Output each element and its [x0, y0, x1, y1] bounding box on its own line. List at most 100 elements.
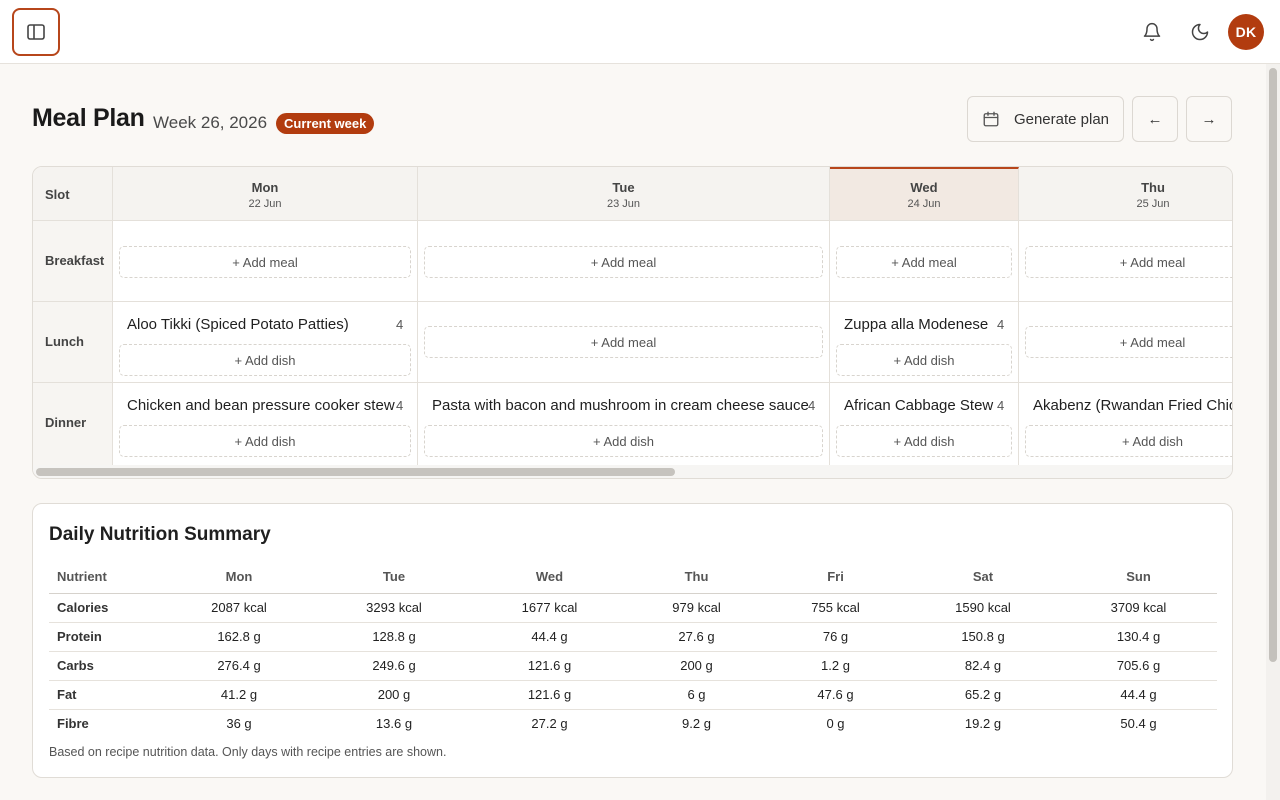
current-week-badge: Current week	[276, 113, 375, 134]
generate-plan-button[interactable]: Generate plan	[967, 96, 1124, 142]
add-meal-button[interactable]: + Add meal	[424, 326, 823, 358]
table-cell: 121.6 g	[471, 680, 628, 710]
table-cell: 150.8 g	[906, 622, 1060, 652]
meal-name[interactable]: Pasta with bacon and mushroom in cream c…	[432, 397, 809, 414]
add-dish-button[interactable]: + Add dish	[119, 344, 411, 376]
add-meal-button[interactable]: + Add meal	[1025, 326, 1232, 358]
add-meal-button[interactable]: + Add meal	[836, 246, 1012, 278]
meal-name[interactable]: Aloo Tikki (Spiced Potato Patties)	[127, 316, 349, 333]
table-cell: 755 kcal	[765, 593, 906, 623]
cell-breakfast-wed: + Add meal	[830, 221, 1019, 302]
cell-breakfast-thu: + Add meal	[1019, 221, 1232, 302]
day-header-thu: Thu 25 Jun	[1019, 167, 1232, 221]
add-dish-button[interactable]: + Add dish	[119, 425, 411, 457]
column-header: Tue	[317, 561, 471, 594]
meal-name[interactable]: Chicken and bean pressure cooker stew	[127, 397, 395, 414]
add-dish-button[interactable]: + Add dish	[424, 425, 823, 457]
notifications-button[interactable]	[1136, 16, 1168, 48]
slot-label: Breakfast	[45, 253, 105, 268]
nutrition-table: Nutrient Mon Tue Wed Thu Fri Sat Sun Cal…	[49, 561, 1217, 738]
cell-breakfast-tue: + Add meal	[418, 221, 830, 302]
top-bar: DK	[0, 0, 1280, 64]
theme-toggle-button[interactable]	[1184, 16, 1216, 48]
add-dish-button[interactable]: + Add dish	[836, 344, 1012, 376]
grid-horizontal-scrollbar-thumb[interactable]	[36, 468, 675, 476]
nutrition-footnote: Based on recipe nutrition data. Only day…	[49, 745, 447, 759]
meal-name[interactable]: Zuppa alla Modenese	[844, 316, 988, 333]
table-cell: 1.2 g	[765, 651, 906, 681]
table-cell: 6 g	[628, 680, 765, 710]
page-scrollbar-thumb[interactable]	[1269, 68, 1277, 662]
table-row: Protein 162.8 g 128.8 g 44.4 g 27.6 g 76…	[49, 622, 1217, 652]
table-row: Calories 2087 kcal 3293 kcal 1677 kcal 9…	[49, 593, 1217, 623]
add-dish-button[interactable]: + Add dish	[836, 425, 1012, 457]
add-meal-button[interactable]: + Add meal	[424, 246, 823, 278]
add-dish-button[interactable]: + Add dish	[1025, 425, 1232, 457]
add-meal-button[interactable]: + Add meal	[119, 246, 411, 278]
day-header-mon: Mon 22 Jun	[113, 167, 418, 221]
servings-count: 4	[997, 317, 1005, 332]
table-cell: 162.8 g	[161, 622, 317, 652]
column-header: Wed	[471, 561, 628, 594]
column-header: Fri	[765, 561, 906, 594]
day-date: 22 Jun	[248, 198, 282, 210]
cell-lunch-tue: + Add meal	[418, 302, 830, 383]
table-cell: 3293 kcal	[317, 593, 471, 623]
sidebar-panel-icon	[27, 24, 45, 40]
table-cell: 2087 kcal	[161, 593, 317, 623]
cell-dinner-thu: Akabenz (Rwandan Fried Chicken) + Add di…	[1019, 383, 1232, 465]
arrow-right-icon: →	[1201, 110, 1217, 128]
nutrition-summary-title: Daily Nutrition Summary	[49, 524, 271, 545]
meal-plan-grid: Slot Mon 22 Jun Tue 23 Jun Wed 24 Jun Th…	[32, 166, 1233, 479]
table-cell: 41.2 g	[161, 680, 317, 710]
calendar-icon	[982, 110, 1000, 128]
table-cell: 128.8 g	[317, 622, 471, 652]
day-date: 25 Jun	[1136, 198, 1170, 210]
table-cell: 44.4 g	[1060, 680, 1217, 710]
nutrition-header-row: Nutrient Mon Tue Wed Thu Fri Sat Sun	[49, 561, 1217, 594]
column-header: Mon	[161, 561, 317, 594]
day-header-tue: Tue 23 Jun	[418, 167, 830, 221]
table-cell: 705.6 g	[1060, 651, 1217, 681]
servings-count: 4	[997, 398, 1005, 413]
table-cell: 65.2 g	[906, 680, 1060, 710]
cell-breakfast-mon: + Add meal	[113, 221, 418, 302]
nutrient-name: Protein	[49, 622, 161, 652]
nutrition-summary-card: Daily Nutrition Summary Nutrient Mon Tue…	[32, 503, 1233, 778]
sidebar-toggle-button[interactable]	[12, 8, 60, 56]
nutrient-name: Fat	[49, 680, 161, 710]
meal-name[interactable]: African Cabbage Stew	[844, 397, 993, 414]
table-cell: 47.6 g	[765, 680, 906, 710]
cell-lunch-thu: + Add meal	[1019, 302, 1232, 383]
slot-header: Slot	[45, 187, 70, 202]
cell-lunch-mon: Aloo Tikki (Spiced Potato Patties) 4 + A…	[113, 302, 418, 383]
table-cell: 82.4 g	[906, 651, 1060, 681]
day-name: Tue	[612, 180, 635, 195]
previous-week-button[interactable]: ←	[1132, 96, 1178, 142]
page-title: Meal Plan	[32, 104, 145, 132]
table-cell: 13.6 g	[375, 716, 413, 732]
slot-dinner: Dinner	[33, 383, 113, 465]
nutrient-name: Carbs	[49, 651, 161, 681]
nutrient-name: Calories	[49, 593, 161, 623]
column-header: Sun	[1060, 561, 1217, 594]
column-header: Thu	[628, 561, 765, 594]
servings-count: 4	[396, 317, 404, 332]
table-cell: 50.4 g	[1120, 716, 1157, 732]
table-cell: 200 g	[628, 651, 765, 681]
column-header: Nutrient	[49, 561, 161, 594]
add-meal-button[interactable]: + Add meal	[1025, 246, 1232, 278]
table-cell: 0 g	[826, 716, 845, 732]
user-avatar[interactable]: DK	[1228, 14, 1264, 50]
meal-name[interactable]: Akabenz (Rwandan Fried Chicken)	[1033, 397, 1232, 414]
arrow-left-icon: ←	[1147, 110, 1163, 128]
table-cell: 27.2 g	[531, 716, 568, 732]
bell-icon	[1143, 22, 1161, 42]
table-cell: 249.6 g	[317, 651, 471, 681]
next-week-button[interactable]: →	[1186, 96, 1232, 142]
day-date: 24 Jun	[907, 198, 941, 210]
slot-label: Lunch	[45, 334, 84, 349]
table-cell: 121.6 g	[471, 651, 628, 681]
table-cell: 27.6 g	[628, 622, 765, 652]
table-cell: 979 kcal	[628, 593, 765, 623]
